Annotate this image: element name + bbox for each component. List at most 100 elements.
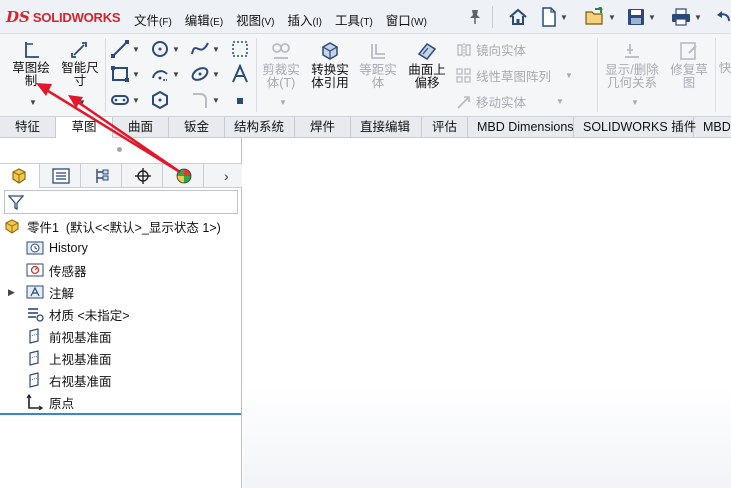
open-icon[interactable]: ▼: [584, 5, 616, 29]
menu-file[interactable]: 文件(F): [134, 10, 172, 29]
undo-icon[interactable]: [716, 5, 731, 29]
quick-snaps-button[interactable]: 快: [718, 62, 731, 75]
panel-grip[interactable]: [117, 147, 122, 152]
tree-item-front-plane[interactable]: 前视基准面: [26, 326, 112, 346]
material-icon: [26, 306, 44, 322]
menu-view[interactable]: 视图(V): [236, 10, 274, 29]
circle-tool[interactable]: ▼: [150, 39, 180, 59]
relations-caret[interactable]: ▼: [631, 98, 639, 107]
menu-edit[interactable]: 编辑(E): [185, 10, 223, 29]
smart-dimension-caret[interactable]: ▼: [78, 98, 86, 107]
display-manager-tab[interactable]: [164, 164, 204, 188]
convert-entities-label: 转换实 体引用: [311, 63, 349, 90]
menu-tools[interactable]: 工具(T): [335, 10, 373, 29]
command-manager-tabs: 特征 草图 曲面 钣金 结构系统 焊件 直接编辑 评估 MBD Dimensio…: [0, 117, 731, 138]
convert-entities-button[interactable]: 转换实 体引用: [306, 40, 354, 90]
tab-features[interactable]: 特征: [0, 117, 56, 138]
move-icon: [457, 95, 470, 109]
tree-item-label: 原点: [49, 396, 75, 411]
linear-sketch-pattern-button[interactable]: 线性草图阵列 ▼: [456, 66, 573, 85]
tab-solidworks-addins[interactable]: SOLIDWORKS 插件: [574, 117, 696, 138]
tab-sketch[interactable]: 草图: [56, 117, 113, 138]
solidworks-logo[interactable]: DS SOLIDWORKS: [6, 8, 121, 26]
point-tool[interactable]: [235, 96, 245, 106]
sensor-icon: [26, 262, 44, 278]
pin-icon[interactable]: [468, 9, 482, 25]
property-manager-tab[interactable]: [41, 164, 81, 188]
annotation-icon: [26, 284, 44, 300]
expand-arrow-icon[interactable]: ▶: [8, 287, 15, 298]
tab-evaluate[interactable]: 评估: [422, 117, 468, 138]
tree-item-top-plane[interactable]: 上视基准面: [26, 348, 112, 368]
circle-icon: [152, 41, 168, 57]
repair-sketch-label: 修复草 图: [670, 63, 708, 90]
offset-on-surface-button[interactable]: 曲面上 偏移: [404, 40, 450, 90]
rollback-bar[interactable]: [0, 413, 241, 415]
tree-root-label: 零件1 (默认<<默认>_显示状态 1>): [27, 220, 221, 235]
fillet-icon: [193, 93, 207, 108]
title-bar: DS SOLIDWORKS 文件(F) 编辑(E) 视图(V) 插入(I) 工具…: [0, 0, 731, 34]
ellipse-icon: [191, 67, 209, 81]
offset-entities-button[interactable]: 等距实 体: [355, 40, 401, 90]
smart-dimension-icon: [71, 42, 87, 58]
tree-root-part[interactable]: 零件1 (默认<<默认>_显示状态 1>): [4, 216, 221, 236]
tab-direct-editing[interactable]: 直接编辑: [351, 117, 422, 138]
smart-dimension-button[interactable]: 智能尺 寸: [57, 40, 103, 88]
sketch-dropdown-caret[interactable]: ▼: [29, 98, 37, 107]
mirror-entities-button[interactable]: 镜向实体: [456, 40, 526, 59]
part-icon: [4, 218, 22, 234]
linear-pattern-label: 线性草图阵列: [476, 70, 552, 84]
home-icon[interactable]: [508, 5, 528, 29]
new-document-icon[interactable]: ▼: [540, 5, 568, 29]
show-delete-relations-button[interactable]: 显示/删除 几何关系: [600, 40, 664, 90]
line-icon: [111, 40, 129, 58]
ellipse-tool[interactable]: ▼: [190, 64, 220, 84]
filter-box[interactable]: [4, 190, 238, 214]
arc-tool[interactable]: ▼: [150, 64, 180, 84]
save-icon[interactable]: ▼: [626, 5, 656, 29]
tab-mbd-dimensions[interactable]: MBD Dimensions: [468, 117, 574, 138]
tab-weldments[interactable]: 焊件: [295, 117, 351, 138]
rectangle-tool[interactable]: ▼: [110, 64, 140, 84]
line-tool[interactable]: ▼: [110, 39, 140, 59]
text-tool[interactable]: [231, 64, 249, 84]
move-entities-button[interactable]: 移动实体 ▼: [456, 92, 564, 111]
toolbar-separator: [597, 38, 598, 112]
configuration-icon: [95, 169, 108, 183]
tree-item-origin[interactable]: 原点: [26, 392, 74, 412]
print-icon[interactable]: ▼: [670, 5, 702, 29]
toolbar-separator: [256, 38, 257, 112]
polygon-tool[interactable]: [150, 90, 170, 110]
trim-entities-button[interactable]: 剪裁实 体(T): [258, 40, 304, 90]
tab-mbd[interactable]: MBD: [694, 117, 730, 138]
graphics-area[interactable]: [243, 138, 731, 488]
tree-item-label: 注解: [49, 286, 75, 301]
tab-surfaces[interactable]: 曲面: [113, 117, 169, 138]
slot-tool[interactable]: ▼: [110, 90, 140, 110]
command-manager: 草图绘 制 ▼ 智能尺 寸 ▼ ▼ ▼ ▼ ▼ ▼ ▼ ▼ ▼ 剪裁实 体(T)…: [0, 34, 731, 117]
sketch-button[interactable]: 草图绘 制: [8, 40, 54, 88]
tree-item-right-plane[interactable]: 右视基准面: [26, 370, 112, 390]
menu-window[interactable]: 窗口(W): [386, 10, 427, 29]
menu-insert[interactable]: 插入(I): [288, 10, 322, 29]
tab-sheet-metal[interactable]: 钣金: [169, 117, 225, 138]
repair-sketch-button[interactable]: 修复草 图: [666, 40, 712, 90]
history-icon: [26, 240, 44, 256]
tree-item-material[interactable]: 材质 <未指定>: [26, 304, 130, 324]
chevron-right-icon[interactable]: ›: [224, 168, 229, 184]
fillet-tool[interactable]: ▼: [190, 90, 220, 110]
tab-structure-system[interactable]: 结构系统: [225, 117, 295, 138]
tree-item-history[interactable]: History: [26, 238, 88, 258]
tree-item-annotations[interactable]: 注解: [26, 282, 74, 302]
trim-caret[interactable]: ▼: [279, 98, 287, 107]
construction-tool[interactable]: [231, 39, 249, 59]
appearance-ball-icon: [176, 168, 191, 184]
configuration-manager-tab[interactable]: [82, 164, 122, 188]
panel-tabs: ›: [0, 163, 242, 188]
quick-snaps-label: 快: [718, 62, 731, 75]
spline-tool[interactable]: ▼: [190, 39, 220, 59]
feature-manager-tab[interactable]: [0, 164, 40, 188]
logo-mark: DS: [6, 8, 30, 26]
tree-item-sensors[interactable]: 传感器: [26, 260, 87, 280]
dimxpert-manager-tab[interactable]: [123, 164, 163, 188]
